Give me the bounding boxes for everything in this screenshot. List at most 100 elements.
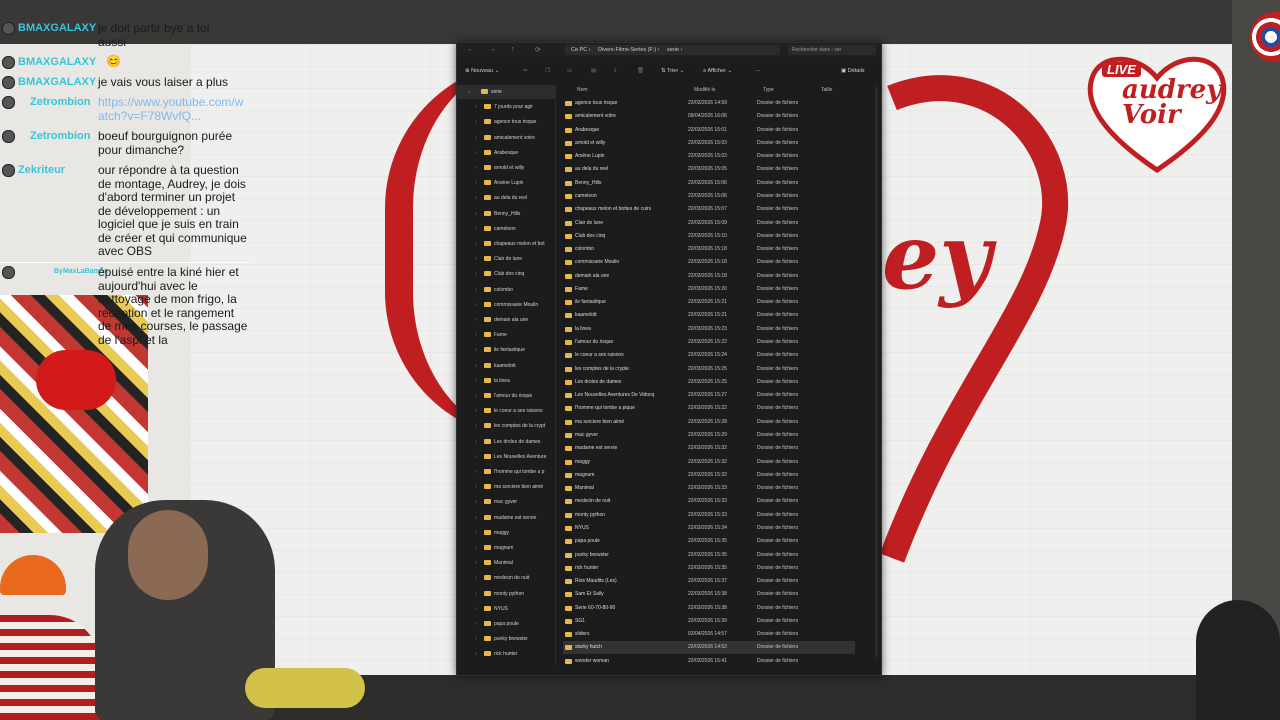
tree-item[interactable]: › chapeaux melon et bot (457, 237, 555, 251)
chevron-icon[interactable]: › (475, 374, 477, 388)
chevron-icon[interactable]: › (475, 647, 477, 661)
file-row[interactable]: l'amour du risque 22/03/2026 15:22 Dossier… (563, 336, 855, 349)
tree-item[interactable]: › papa poule (457, 617, 555, 631)
file-row[interactable]: Fame 22/03/2026 15:20 Dossier de fichiers (563, 283, 855, 296)
chevron-icon[interactable]: › (475, 480, 477, 494)
tree-item[interactable]: › magnum (457, 541, 555, 555)
file-row[interactable]: Rois Maudits (Les) 22/03/2026 15:37 Dossie… (563, 575, 855, 588)
tree-item[interactable]: › colombo (457, 283, 555, 297)
tree-item[interactable]: › medecin de nuit (457, 571, 555, 585)
file-row[interactable]: le coeur a ses raisons 22/03/2026 15:24 Do… (563, 349, 855, 362)
file-row[interactable]: chapeaux melon et bottes de cuirs 22/03/2… (563, 203, 855, 216)
chevron-icon[interactable]: › (475, 161, 477, 175)
chevron-icon[interactable]: › (475, 252, 477, 266)
file-row[interactable]: Sam Et Sally 22/03/2026 15:38 Dossier de f… (563, 588, 855, 601)
column-header-size[interactable]: Taille (821, 87, 832, 93)
tree-item[interactable]: › agence tous risque (457, 115, 555, 129)
file-row[interactable]: sliders 02/04/2026 14:57 Dossier de fichie… (563, 628, 855, 641)
chevron-icon[interactable]: › (475, 146, 477, 160)
back-arrow-icon[interactable]: ← (467, 46, 474, 53)
chevron-icon[interactable]: › (475, 465, 477, 479)
tree-item[interactable]: › commissaire Moulin (457, 298, 555, 312)
chevron-icon[interactable]: › (475, 571, 477, 585)
tree-item[interactable]: › Fame (457, 328, 555, 342)
forward-arrow-icon[interactable]: → (489, 46, 496, 53)
view-button[interactable]: ≡ Afficher ⌄ (703, 68, 732, 74)
new-button[interactable]: ⊕ Nouveau ⌄ (465, 68, 499, 74)
tree-item[interactable]: › Les Nouvelles Aventure (457, 450, 555, 464)
file-row[interactable]: kaamelott 22/03/2026 15:21 Dossier de fich… (563, 309, 855, 322)
tree-item[interactable]: › Club des cinq (457, 267, 555, 281)
chevron-icon[interactable]: › (475, 404, 477, 418)
chevron-icon[interactable]: › (475, 328, 477, 342)
tree-item[interactable]: › la linea (457, 374, 555, 388)
file-row[interactable]: Clair de lune 22/03/2026 15:09 Dossier de … (563, 217, 855, 230)
file-row[interactable]: la linea 22/03/2026 15:23 Dossier de fichi… (563, 323, 855, 336)
file-row[interactable]: Serie 60-70-80-90 22/03/2026 15:38 Dossier… (563, 602, 855, 615)
chevron-icon[interactable]: › (475, 222, 477, 236)
file-row[interactable]: punky brewster 22/03/2026 15:35 Dossier de… (563, 549, 855, 562)
tree-item[interactable]: › arnold et willy (457, 161, 555, 175)
details-button[interactable]: ▣ Détails (841, 68, 865, 74)
breadcrumb-item[interactable]: Divers-Films-Series (F:) (598, 47, 656, 53)
column-header-name[interactable]: Nom (577, 87, 588, 93)
file-row[interactable]: rick hunter 22/03/2026 15:35 Dossier de fi… (563, 562, 855, 575)
file-row[interactable]: agence tous risque 22/03/2026 14:59 Dossie… (563, 97, 855, 110)
file-row[interactable]: Les Nouvelles Aventures De Vidocq 22/03/2… (563, 389, 855, 402)
chevron-icon[interactable]: › (475, 267, 477, 281)
file-row[interactable]: starky hutch 22/03/2026 14:52 Dossier de f… (563, 641, 855, 655)
paste-icon[interactable]: ▭ (567, 68, 572, 74)
file-row[interactable]: ma sorciere bien aimé 22/03/2026 15:28 Dos… (563, 416, 855, 429)
chevron-icon[interactable]: › (475, 313, 477, 327)
chevron-icon[interactable]: › (475, 298, 477, 312)
file-row[interactable]: maggy 22/03/2026 15:32 Dossier de fichiers (563, 456, 855, 469)
file-row[interactable]: Arsène Lupin 22/03/2026 15:03 Dossier de f… (563, 150, 855, 163)
file-row[interactable]: demain ala une 22/03/2026 15:18 Dossier de… (563, 270, 855, 283)
chevron-icon[interactable]: › (475, 435, 477, 449)
share-icon[interactable]: ⇪ (613, 68, 618, 74)
tree-item[interactable]: › NYUS (457, 602, 555, 616)
tree-item[interactable]: › Benny_Hills (457, 207, 555, 221)
file-row[interactable]: ile fantastique 22/03/2026 15:21 Dossier d… (563, 296, 855, 309)
tree-item[interactable]: › mac gyver (457, 495, 555, 509)
tree-item[interactable]: › madame est servie (457, 511, 555, 525)
chevron-icon[interactable]: › (475, 359, 477, 373)
file-row[interactable]: Club des cinq 22/03/2026 15:10 Dossier de … (563, 230, 855, 243)
tree-item[interactable]: › Arabesque (457, 146, 555, 160)
rename-icon[interactable]: ▤ (591, 68, 596, 74)
file-row[interactable]: madame est servie 22/03/2026 15:32 Dossier… (563, 442, 855, 455)
file-row[interactable]: l'homme qui tombe a pique 22/03/2026 15:2… (563, 402, 855, 415)
search-input[interactable]: Rechercher dans : ser (788, 45, 876, 55)
file-row[interactable]: medecin de nuit 22/03/2026 15:33 Dossier d… (563, 495, 855, 508)
chevron-icon[interactable]: › (475, 495, 477, 509)
file-row[interactable]: Arabesque 22/03/2026 15:01 Dossier de fich… (563, 124, 855, 137)
file-row[interactable]: SG1 22/03/2026 15:39 Dossier de fichiers (563, 615, 855, 628)
chevron-icon[interactable]: › (475, 450, 477, 464)
delete-icon[interactable]: 🗑 (637, 68, 644, 74)
file-row[interactable]: les comptes de la crypte 22/03/2026 15:25… (563, 363, 855, 376)
column-header-modified[interactable]: Modifié le (694, 87, 715, 93)
chat-link[interactable]: https://www.youtube.com/watch?v=F78WvfQ.… (98, 95, 246, 123)
chevron-icon[interactable]: › (475, 207, 477, 221)
file-row[interactable]: papa poule 22/03/2026 15:35 Dossier de fic… (563, 535, 855, 548)
tree-item[interactable]: › Arsène Lupin (457, 176, 555, 190)
up-arrow-icon[interactable]: ↑ (511, 46, 515, 53)
chevron-icon[interactable]: ⌄ (467, 85, 471, 99)
file-row[interactable]: cameleon 22/03/2026 15:06 Dossier de fichi… (563, 190, 855, 203)
tree-item[interactable]: › l'homme qui tombe a p (457, 465, 555, 479)
tree-item[interactable]: › 7 jourds pour agir (457, 100, 555, 114)
refresh-icon[interactable]: ⟳ (535, 46, 541, 54)
file-row[interactable]: au dela du reel 22/03/2026 15:05 Dossier d… (563, 163, 855, 176)
file-row[interactable]: Benny_Hills 22/03/2026 15:06 Dossier de fi… (563, 177, 855, 190)
tree-item[interactable]: › ma sorciere bien aimé (457, 480, 555, 494)
chevron-icon[interactable]: › (475, 191, 477, 205)
chevron-icon[interactable]: › (475, 237, 477, 251)
tree-item[interactable]: › Les droles de dames (457, 435, 555, 449)
vertical-scrollbar[interactable] (875, 87, 878, 657)
tree-item[interactable]: › Clair de lune (457, 252, 555, 266)
chevron-icon[interactable]: › (475, 389, 477, 403)
file-row[interactable]: amicalement votre 09/04/2026 16:06 Dossier… (563, 110, 855, 123)
tree-item[interactable]: › l'amour du risque (457, 389, 555, 403)
copy-icon[interactable]: ❐ (545, 68, 550, 74)
chevron-icon[interactable]: › (475, 131, 477, 145)
